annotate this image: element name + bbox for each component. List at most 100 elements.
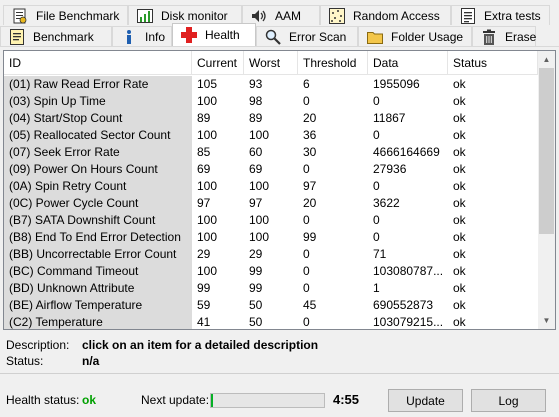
tab-extra-tests[interactable]: Extra tests xyxy=(451,5,550,25)
cell-status: ok xyxy=(453,298,466,312)
tab-label: Health xyxy=(205,28,240,42)
cell-id: (0A) Spin Retry Count xyxy=(4,178,192,195)
vertical-scrollbar[interactable]: ▲ ▼ xyxy=(538,51,555,329)
cell-threshold: 0 xyxy=(303,247,310,261)
tab-row-bottom: Benchmark Info Health Error Scan Folder … xyxy=(0,23,536,46)
cell-current: 100 xyxy=(197,94,218,108)
cell-current: 69 xyxy=(197,162,211,176)
table-row[interactable]: (03) Spin Up Time 100 98 0 0 ok xyxy=(4,93,538,110)
tab-aam[interactable]: AAM xyxy=(242,5,320,25)
cell-current: 100 xyxy=(197,179,218,193)
table-row[interactable]: (BC) Command Timeout 100 99 0 103080787... ok xyxy=(4,263,538,280)
extra-tests-icon xyxy=(460,7,476,24)
cell-data: 11867 xyxy=(373,111,406,125)
table-row[interactable]: (B8) End To End Error Detection 100 100 99 0… xyxy=(4,229,538,246)
table-row[interactable]: (09) Power On Hours Count 69 69 0 27936 ok xyxy=(4,161,538,178)
tab-info[interactable]: Info xyxy=(112,26,172,46)
column-header-status[interactable]: Status xyxy=(448,51,538,75)
cell-id: (B8) End To End Error Detection xyxy=(4,229,192,246)
cell-threshold: 0 xyxy=(303,281,310,295)
cell-data: 103080787... xyxy=(373,264,444,278)
column-header-id[interactable]: ID xyxy=(4,51,192,75)
tab-erase[interactable]: Erase xyxy=(472,26,536,46)
cell-threshold: 0 xyxy=(303,94,310,108)
tab-disk-monitor[interactable]: Disk monitor xyxy=(128,5,242,25)
table-row[interactable]: (01) Raw Read Error Rate 105 93 6 1955096 ok xyxy=(4,76,538,93)
scroll-thumb[interactable] xyxy=(539,68,554,234)
cell-threshold: 30 xyxy=(303,145,317,159)
tab-benchmark[interactable]: Benchmark xyxy=(0,26,112,46)
table-row[interactable]: (0C) Power Cycle Count 97 97 20 3622 ok xyxy=(4,195,538,212)
tab-health[interactable]: Health xyxy=(172,23,256,46)
tab-row-top: File Benchmark Disk monitor AAM Random A… xyxy=(3,5,550,25)
tab-label: Error Scan xyxy=(289,29,347,44)
column-header-data[interactable]: Data xyxy=(368,51,448,75)
cell-threshold: 45 xyxy=(303,298,317,312)
cell-status: ok xyxy=(453,247,466,261)
cell-data: 690552873 xyxy=(373,298,434,312)
column-header-worst[interactable]: Worst xyxy=(244,51,298,75)
table-header: ID Current Worst Threshold Data Status xyxy=(4,51,538,75)
health-cross-icon xyxy=(181,27,197,43)
tab-file-benchmark[interactable]: File Benchmark xyxy=(3,5,128,25)
cell-threshold: 36 xyxy=(303,128,317,142)
cell-data: 71 xyxy=(373,247,387,261)
table-row[interactable]: (0A) Spin Retry Count 100 100 97 0 ok xyxy=(4,178,538,195)
cell-worst: 99 xyxy=(249,264,263,278)
random-access-icon xyxy=(329,7,345,24)
description-panel: Description: click on an item for a deta… xyxy=(6,337,318,369)
cell-id: (04) Start/Stop Count xyxy=(4,110,192,127)
table-row[interactable]: (C2) Temperature 41 50 0 103079215... ok xyxy=(4,314,538,329)
cell-id: (BB) Uncorrectable Error Count xyxy=(4,246,192,263)
cell-data: 0 xyxy=(373,179,380,193)
smart-attributes-table[interactable]: ID Current Worst Threshold Data Status (… xyxy=(3,50,556,330)
cell-threshold: 20 xyxy=(303,111,317,125)
trash-icon xyxy=(481,29,497,45)
cell-current: 89 xyxy=(197,111,211,125)
table-row[interactable]: (BD) Unknown Attribute 99 99 0 1 ok xyxy=(4,280,538,297)
divider xyxy=(0,373,559,374)
tab-panel-border xyxy=(0,46,559,47)
cell-threshold: 0 xyxy=(303,213,310,227)
tab-label: AAM xyxy=(275,8,302,23)
table-row[interactable]: (04) Start/Stop Count 89 89 20 11867 ok xyxy=(4,110,538,127)
cell-status: ok xyxy=(453,111,466,125)
cell-worst: 29 xyxy=(249,247,263,261)
table-row[interactable]: (BB) Uncorrectable Error Count 29 29 0 71 ok xyxy=(4,246,538,263)
column-header-current[interactable]: Current xyxy=(192,51,244,75)
column-header-threshold[interactable]: Threshold xyxy=(298,51,368,75)
update-button[interactable]: Update xyxy=(388,389,463,412)
cell-worst: 50 xyxy=(249,315,263,329)
tab-folder-usage[interactable]: Folder Usage xyxy=(358,26,472,46)
tab-random-access[interactable]: Random Access xyxy=(320,5,451,25)
cell-id: (03) Spin Up Time xyxy=(4,93,192,110)
tab-label: Disk monitor xyxy=(161,8,228,23)
cell-id: (BD) Unknown Attribute xyxy=(4,280,192,297)
cell-worst: 97 xyxy=(249,196,263,210)
cell-status: ok xyxy=(453,213,466,227)
next-update-progress xyxy=(210,393,325,408)
cell-status: ok xyxy=(453,145,466,159)
cell-id: (01) Raw Read Error Rate xyxy=(4,76,192,93)
table-row[interactable]: (07) Seek Error Rate 85 60 30 4666164669 ok xyxy=(4,144,538,161)
cell-worst: 60 xyxy=(249,145,263,159)
log-button[interactable]: Log xyxy=(471,389,546,412)
cell-worst: 50 xyxy=(249,298,263,312)
table-row[interactable]: (BE) Airflow Temperature 59 50 45 690552873 o… xyxy=(4,297,538,314)
cell-id: (BC) Command Timeout xyxy=(4,263,192,280)
tab-error-scan[interactable]: Error Scan xyxy=(256,26,358,46)
cell-data: 103079215... xyxy=(373,315,444,329)
cell-data: 0 xyxy=(373,213,380,227)
cell-threshold: 99 xyxy=(303,230,317,244)
status-value: n/a xyxy=(82,354,100,368)
scroll-down-icon[interactable]: ▼ xyxy=(538,312,555,329)
cell-status: ok xyxy=(453,315,466,329)
cell-worst: 99 xyxy=(249,281,263,295)
table-row[interactable]: (05) Reallocated Sector Count 100 100 36 0 ok xyxy=(4,127,538,144)
cell-data: 1 xyxy=(373,281,380,295)
scroll-up-icon[interactable]: ▲ xyxy=(538,51,555,68)
cell-status: ok xyxy=(453,128,466,142)
cell-worst: 100 xyxy=(249,230,270,244)
file-benchmark-icon xyxy=(12,8,28,24)
table-row[interactable]: (B7) SATA Downshift Count 100 100 0 0 ok xyxy=(4,212,538,229)
